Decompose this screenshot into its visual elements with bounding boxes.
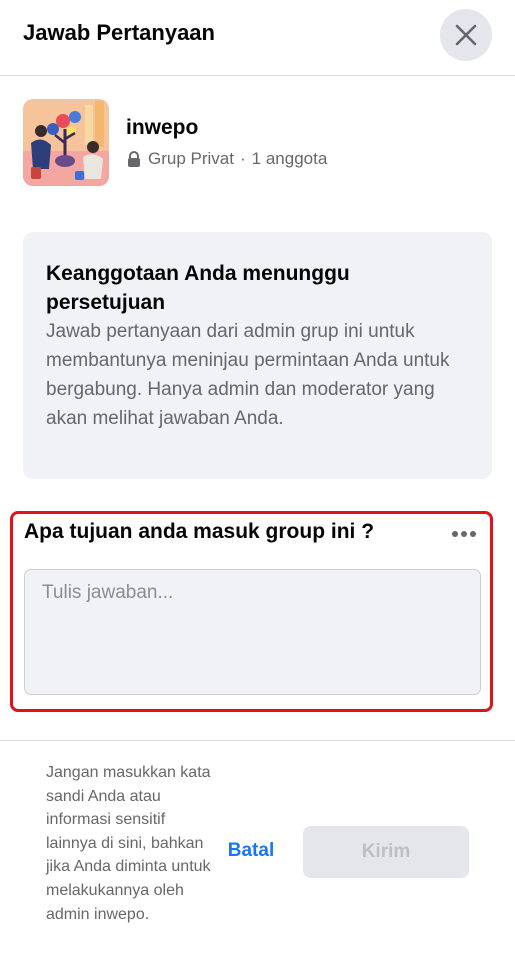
close-button[interactable]: [440, 9, 492, 61]
group-privacy: Grup Privat: [148, 149, 234, 168]
meta-separator: ·: [239, 149, 246, 168]
more-dots-icon: [452, 531, 476, 537]
group-meta: Grup Privat · 1 anggota: [126, 149, 327, 169]
pending-approval-notice: Keanggotaan Anda menunggu persetujuan Ja…: [23, 232, 492, 479]
group-cover-image: [23, 99, 109, 186]
privacy-warning: Jangan masukkan kata sandi Anda atau inf…: [46, 764, 211, 923]
dialog-title: Jawab Pertanyaan: [23, 20, 215, 45]
notice-title: Keanggotaan Anda menunggu persetujuan: [46, 262, 350, 314]
question-card: Apa tujuan anda masuk group ini ?: [10, 511, 493, 712]
group-name: inwepo: [126, 116, 199, 139]
dialog-footer: Jangan masukkan kata sandi Anda atau inf…: [0, 740, 515, 960]
group-info: inwepo Grup Privat · 1 anggota: [23, 99, 493, 187]
close-icon: [455, 24, 477, 46]
question-more-button[interactable]: [449, 522, 479, 546]
notice-body: Jawab pertanyaan dari admin grup ini unt…: [46, 321, 450, 429]
cancel-button[interactable]: Batal: [216, 829, 286, 873]
answer-input[interactable]: [24, 569, 481, 695]
send-button[interactable]: Kirim: [303, 826, 469, 878]
dialog-header: Jawab Pertanyaan: [0, 0, 515, 76]
group-member-count: 1 anggota: [251, 149, 328, 168]
lock-icon: [126, 150, 142, 168]
question-text: Apa tujuan anda masuk group ini ?: [24, 520, 375, 543]
